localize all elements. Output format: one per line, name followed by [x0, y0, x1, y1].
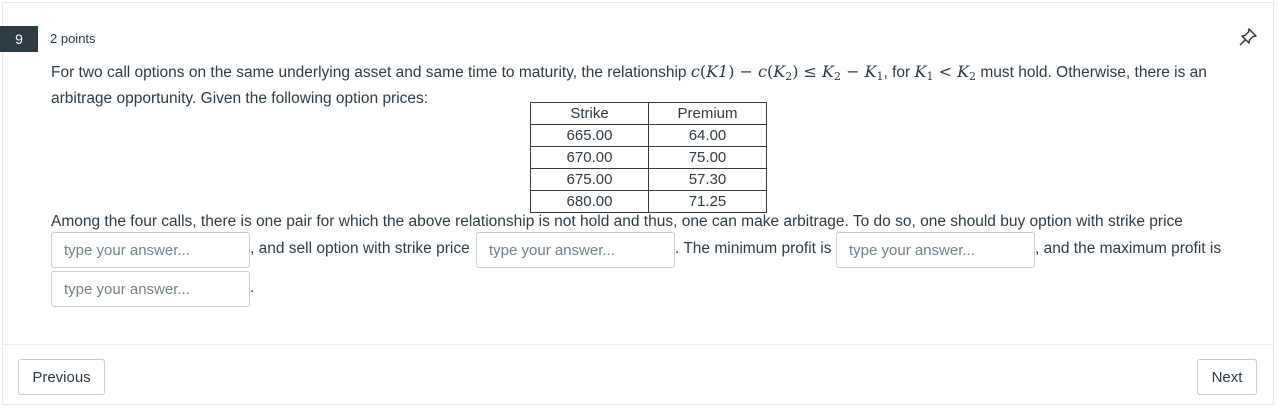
- table-cell-strike: 670.00: [530, 146, 649, 169]
- table-row: 680.00 71.25: [530, 190, 767, 213]
- table-cell-premium: 57.30: [648, 168, 767, 191]
- next-button[interactable]: Next: [1197, 359, 1257, 395]
- option-prices-table: Strike Premium 665.00 64.00 670.00 75.00…: [530, 102, 767, 213]
- prompt-after-sell: . The minimum profit is: [675, 240, 832, 257]
- question-intro-end: must hold. Otherwise, there is an: [976, 64, 1207, 81]
- arbitrage-formula: c(K1) − c(K2) ≤ K2 − K1: [690, 62, 884, 83]
- previous-button[interactable]: Previous: [18, 359, 105, 395]
- question-points: 2 points: [50, 31, 96, 46]
- table-header-premium: Premium: [648, 102, 767, 125]
- table-cell-strike: 680.00: [530, 190, 649, 213]
- table-header-row: Strike Premium: [530, 102, 767, 125]
- table-row: 665.00 64.00: [530, 124, 767, 147]
- table-header-strike: Strike: [530, 102, 649, 125]
- table-cell-premium: 71.25: [648, 190, 767, 213]
- table-cell-strike: 675.00: [530, 168, 649, 191]
- table-row: 675.00 57.30: [530, 168, 767, 191]
- question-number-badge: 9: [0, 26, 38, 52]
- min-profit-input[interactable]: type your answer...: [836, 232, 1035, 268]
- table-cell-premium: 75.00: [648, 146, 767, 169]
- table-row: 670.00 75.00: [530, 146, 767, 169]
- question-intro-start: For two call options on the same underly…: [51, 64, 691, 81]
- prompt-after-max: .: [250, 279, 255, 296]
- max-profit-input[interactable]: type your answer...: [51, 271, 250, 307]
- table-cell-premium: 64.00: [648, 124, 767, 147]
- table-cell-strike: 665.00: [530, 124, 649, 147]
- pin-icon[interactable]: [1238, 27, 1258, 47]
- buy-strike-input[interactable]: type your answer...: [51, 232, 250, 268]
- prompt-line1: Among the four calls, there is one pair …: [51, 213, 1183, 230]
- prompt-after-buy: , and sell option with strike price: [250, 240, 470, 257]
- question-intro-line2: arbitrage opportunity. Given the followi…: [51, 90, 429, 107]
- sell-strike-input[interactable]: type your answer...: [476, 232, 675, 268]
- prompt-after-min: , and the maximum profit is: [1035, 240, 1222, 257]
- footer-divider: [3, 344, 1273, 345]
